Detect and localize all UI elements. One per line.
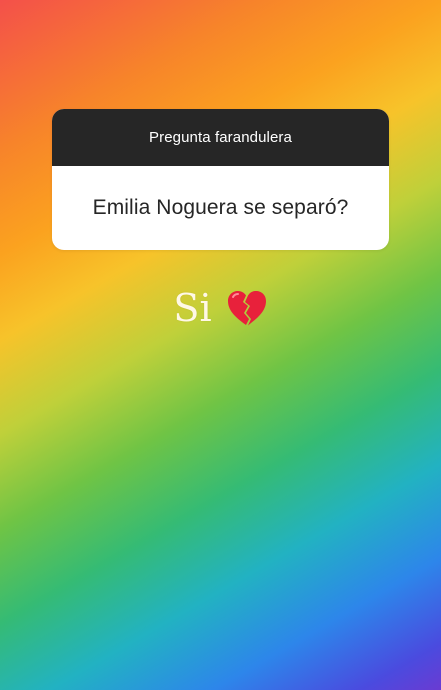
answer-row: Si: [0, 286, 441, 330]
broken-heart-icon: [224, 286, 268, 330]
story-background: [0, 0, 441, 690]
question-sticker-body: Emilia Noguera se separó?: [52, 166, 389, 250]
question-sticker[interactable]: Pregunta farandulera Emilia Noguera se s…: [52, 109, 389, 250]
question-header-label: Pregunta farandulera: [149, 129, 292, 146]
answer-text: Si: [173, 286, 212, 330]
question-text: Emilia Noguera se separó?: [92, 196, 349, 219]
question-sticker-header: Pregunta farandulera: [52, 109, 389, 166]
